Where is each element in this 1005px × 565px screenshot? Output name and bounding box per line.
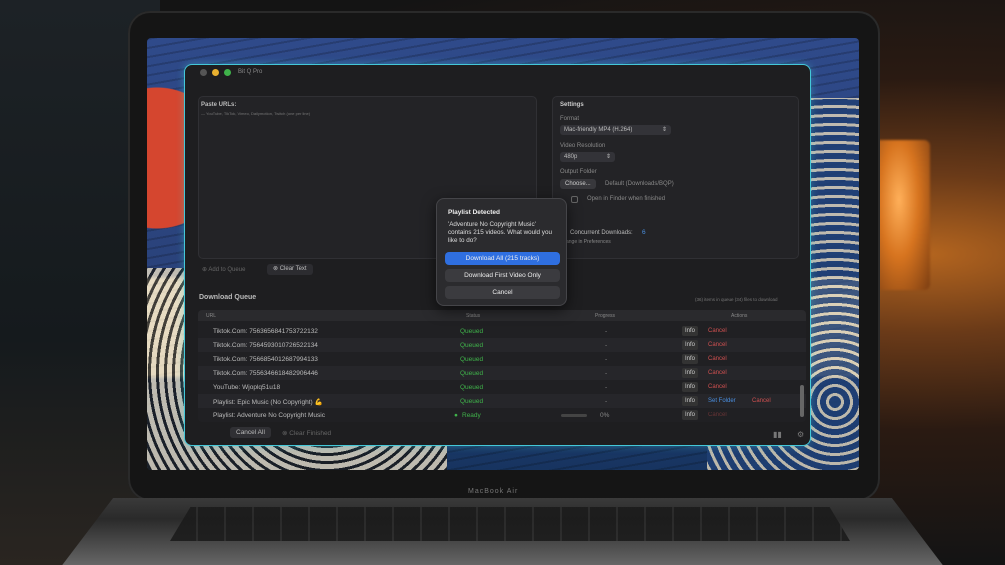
- queue-stats: (36) items in queue (34) files to downlo…: [695, 297, 778, 302]
- row-progress-bar: [561, 414, 587, 417]
- info-button[interactable]: Info: [682, 382, 699, 392]
- resolution-select-value: 480p: [564, 154, 578, 160]
- cancel-button[interactable]: Cancel: [705, 368, 730, 378]
- row-progress: -: [605, 342, 608, 349]
- row-progress: -: [605, 384, 608, 391]
- column-progress: Progress: [595, 313, 616, 319]
- chevron-updown-icon: ⇕: [605, 154, 611, 160]
- dialog-title: Playlist Detected: [448, 209, 501, 216]
- row-url: Tiktok.Com: 7566854012687994133: [213, 356, 318, 363]
- set-folder-button[interactable]: Set Folder: [705, 396, 739, 406]
- open-in-finder-label: Open in Finder when finished: [587, 196, 666, 202]
- dialog-message: 'Adventure No Copyright Music' contains …: [448, 221, 552, 244]
- row-status: Queued: [460, 328, 484, 335]
- info-button[interactable]: Info: [682, 368, 699, 378]
- row-url: Tiktok.Com: 7556346618482906446: [213, 370, 318, 377]
- row-status: Queued: [460, 370, 484, 377]
- close-window-button[interactable]: [200, 69, 207, 76]
- clear-finished-label: Clear Finished: [289, 430, 332, 437]
- format-label: Format: [560, 116, 580, 122]
- concurrent-downloads-value[interactable]: 6: [642, 229, 646, 236]
- paste-urls-hint: — YouTube, TikTok, Vimeo, Dailymotion, T…: [201, 111, 311, 116]
- row-status: Queued: [460, 398, 484, 405]
- info-button[interactable]: Info: [682, 354, 699, 364]
- resolution-label: Video Resolution: [560, 143, 606, 149]
- format-select[interactable]: Mac-friendly MP4 (H.264) ⇕: [560, 125, 671, 135]
- choose-folder-button[interactable]: Choose...: [560, 179, 596, 189]
- row-progress: -: [605, 328, 608, 335]
- row-progress: -: [605, 398, 608, 405]
- chevron-updown-icon: ⇕: [661, 127, 667, 133]
- info-button[interactable]: Info: [682, 396, 699, 406]
- format-select-value: Mac-friendly MP4 (H.264): [564, 127, 633, 133]
- row-progress: 0%: [600, 412, 610, 419]
- download-queue-table: URL Status Progress Actions Tiktok.Com: …: [198, 310, 806, 422]
- concurrent-downloads-label: Concurrent Downloads:: [570, 230, 633, 236]
- keyboard: [170, 507, 850, 541]
- column-status: Status: [466, 313, 481, 319]
- window-title: Bit Q Pro: [238, 69, 263, 75]
- cancel-button[interactable]: Cancel: [705, 382, 730, 392]
- row-url: Playlist: Epic Music (No Copyright) 💪: [213, 399, 323, 406]
- resolution-select[interactable]: 480p ⇕: [560, 152, 615, 162]
- row-progress: -: [605, 356, 608, 363]
- download-all-button[interactable]: Download All (215 tracks): [445, 252, 560, 265]
- cancel-all-button[interactable]: Cancel All: [230, 427, 271, 438]
- row-status: Queued: [460, 342, 484, 349]
- table-body: Tiktok.Com: 7563656841753722132 Queued -…: [198, 321, 806, 422]
- clear-text-label: Clear Text: [279, 266, 307, 272]
- row-status: Ready: [462, 412, 481, 419]
- cancel-button[interactable]: Cancel: [705, 326, 730, 336]
- stats-chart-icon[interactable]: ▮▮: [773, 430, 782, 439]
- info-button[interactable]: Info: [682, 340, 699, 350]
- table-row[interactable]: Playlist: Epic Music (No Copyright) 💪 Qu…: [198, 394, 806, 408]
- settings-title: Settings: [560, 102, 584, 108]
- title-bar: Bit Q Pro: [185, 65, 810, 81]
- row-url: Tiktok.Com: 7564593010726522134: [213, 342, 318, 349]
- table-row[interactable]: Tiktok.Com: 7563656841753722132 Queued -…: [198, 324, 806, 338]
- download-queue-title: Download Queue: [199, 294, 257, 301]
- clear-finished-button[interactable]: ⊗ Clear Finished: [282, 429, 331, 437]
- download-first-button[interactable]: Download First Video Only: [445, 269, 560, 282]
- output-folder-value: Default (Downloads/BQP): [605, 181, 674, 187]
- cancel-button[interactable]: Cancel: [705, 410, 730, 420]
- table-header: URL Status Progress Actions: [198, 310, 806, 321]
- add-to-queue-button[interactable]: ⊕ Add to Queue: [202, 266, 245, 273]
- table-row[interactable]: Tiktok.Com: 7566854012687994133 Queued -…: [198, 352, 806, 366]
- table-scrollbar[interactable]: [800, 385, 804, 417]
- row-status: Queued: [460, 384, 484, 391]
- add-to-queue-label: Add to Queue: [208, 267, 246, 273]
- cancel-button[interactable]: Cancel: [705, 354, 730, 364]
- row-progress: -: [605, 370, 608, 377]
- column-url: URL: [206, 313, 217, 319]
- minimize-window-button[interactable]: [212, 69, 219, 76]
- laptop-brand: MacBook Air: [468, 488, 519, 495]
- row-url: Tiktok.Com: 7563656841753722132: [213, 328, 318, 335]
- table-row[interactable]: Playlist: Adventure No Copyright Music ●…: [198, 408, 806, 422]
- ready-check-icon: ●: [454, 412, 458, 419]
- clear-text-button[interactable]: ⊗ Clear Text: [267, 264, 313, 275]
- dialog-cancel-button[interactable]: Cancel: [445, 286, 560, 299]
- preferences-hint: ange in Preferences: [566, 239, 611, 245]
- row-url: Playlist: Adventure No Copyright Music: [213, 412, 325, 419]
- row-url: YouTube: Wjoplq51u18: [213, 384, 281, 391]
- cancel-button[interactable]: Cancel: [749, 396, 774, 406]
- info-button[interactable]: Info: [682, 410, 699, 420]
- info-button[interactable]: Info: [682, 326, 699, 336]
- zoom-window-button[interactable]: [224, 69, 231, 76]
- gear-icon[interactable]: ⚙: [797, 430, 804, 439]
- output-folder-label: Output Folder: [560, 169, 597, 175]
- paste-urls-label: Paste URLs:: [201, 102, 237, 108]
- table-row[interactable]: Tiktok.Com: 7564593010726522134 Queued -…: [198, 338, 806, 352]
- table-row[interactable]: YouTube: Wjoplq51u18 Queued - Info Cance…: [198, 380, 806, 394]
- open-in-finder-checkbox[interactable]: [571, 196, 578, 203]
- cancel-button[interactable]: Cancel: [705, 340, 730, 350]
- row-status: Queued: [460, 356, 484, 363]
- playlist-dialog: Playlist Detected 'Adventure No Copyrigh…: [436, 198, 567, 306]
- table-row[interactable]: Tiktok.Com: 7556346618482906446 Queued -…: [198, 366, 806, 380]
- column-actions: Actions: [731, 313, 748, 319]
